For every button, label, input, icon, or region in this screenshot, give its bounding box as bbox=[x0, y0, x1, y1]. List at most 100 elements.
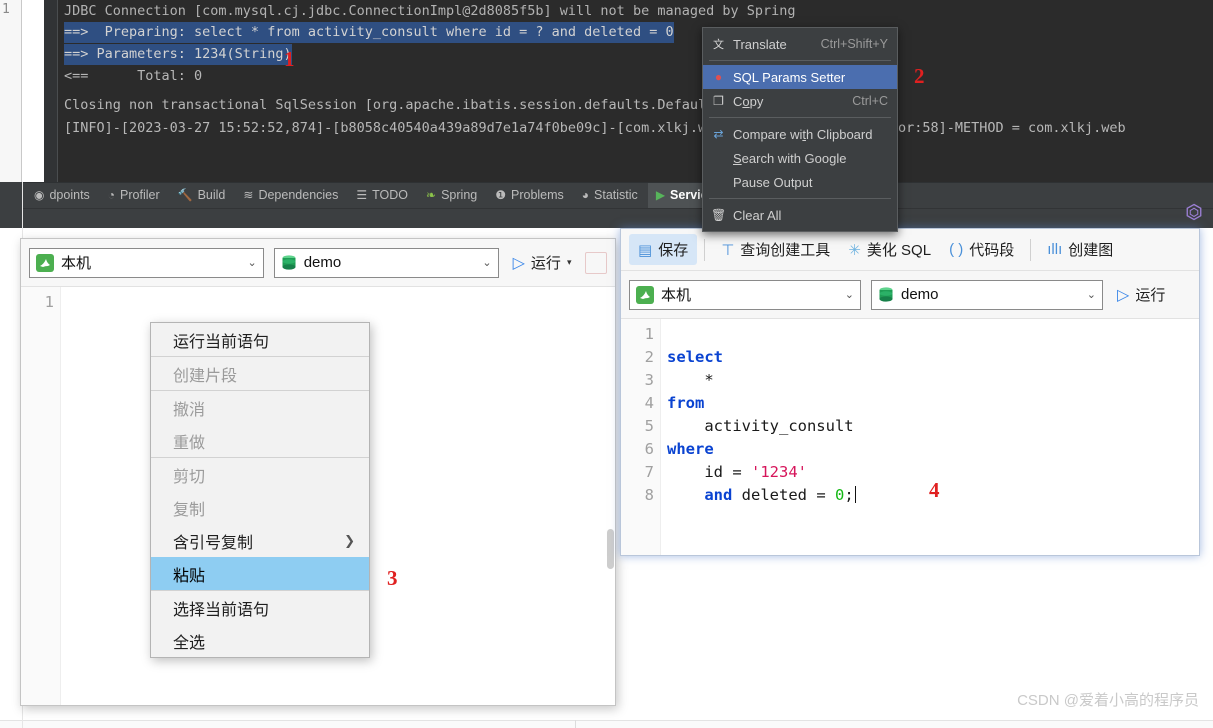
editor-context-menu[interactable]: 运行当前语句 创建片段 撤消 重做 剪切 复制 含引号复制 ❯ 粘贴 选择当前语句 全选 bbox=[150, 322, 370, 658]
left-editor-scrollbar[interactable] bbox=[606, 377, 615, 705]
left-run-extra-button[interactable] bbox=[585, 251, 607, 274]
menu-item-label: Compare with Clipboard bbox=[733, 126, 873, 142]
code-token: from bbox=[667, 394, 705, 412]
editor-menu-item-label: 全选 bbox=[173, 634, 206, 652]
editor-menu-item[interactable]: 含引号复制 ❯ bbox=[151, 524, 369, 557]
menu-item-pause-output[interactable]: Pause Output bbox=[703, 170, 897, 194]
menu-item-label: SQL Params Setter bbox=[733, 69, 846, 85]
services-run-icon: ▶ bbox=[655, 188, 666, 202]
editor-menu-item[interactable]: 粘贴 bbox=[151, 557, 369, 590]
toolbar-button-label: 保存 bbox=[658, 242, 689, 259]
console-line-1: ==> Preparing: select * from activity_co… bbox=[64, 22, 674, 43]
magic-wand-icon: ✳ bbox=[848, 241, 861, 259]
toolbar-button-magic-wand[interactable]: ✳ 美化 SQL bbox=[839, 234, 940, 265]
menu-item-translate[interactable]: 文 Translate Ctrl+Shift+Y bbox=[703, 32, 897, 56]
caret-down-icon: ▾ bbox=[566, 257, 572, 267]
chevron-down-icon: ⌄ bbox=[482, 257, 492, 269]
toolwindow-tab-label: Problems bbox=[511, 188, 564, 202]
menu-item-copy[interactable]: ❐ Copy Ctrl+C bbox=[703, 89, 897, 113]
menu-item-label: Clear All bbox=[733, 207, 782, 223]
code-line: select bbox=[667, 346, 1199, 369]
menu-separator bbox=[709, 117, 891, 118]
editor-menu-item[interactable]: 全选 bbox=[151, 624, 369, 657]
editor-menu-item[interactable]: 运行当前语句 bbox=[151, 323, 369, 356]
toolwindow-tab-dpoints[interactable]: ◉ dpoints bbox=[26, 183, 98, 209]
toolwindow-tab-problems[interactable]: ❶ Problems bbox=[487, 183, 572, 209]
ide-status-bar bbox=[22, 208, 1213, 228]
toolbar-button-query-builder[interactable]: ⊤ 查询创建工具 bbox=[712, 234, 839, 265]
editor-menu-item-label: 粘贴 bbox=[173, 567, 206, 585]
toolbar-button-save[interactable]: ▤ 保存 bbox=[629, 234, 698, 265]
right-run-button[interactable]: ▷ 运行 bbox=[1113, 281, 1169, 308]
console-output[interactable]: JDBC Connection [com.mysql.cj.jdbc.Conne… bbox=[58, 0, 1213, 182]
toolwindow-tab-label: TODO bbox=[372, 188, 409, 202]
right-sql-toolbar[interactable]: ▤ 保存 ⊤ 查询创建工具 ✳ 美化 SQL ( ) 代码段 ıllı 创建图 bbox=[621, 229, 1199, 271]
parens-icon: ( ) bbox=[949, 241, 964, 258]
line-number: 2 bbox=[644, 348, 654, 366]
toolbar-button-label: 美化 SQL bbox=[866, 242, 932, 259]
toolwindow-tab-label: dpoints bbox=[49, 188, 90, 202]
menu-item-label: Search with Google bbox=[733, 150, 847, 166]
annotation-4: 4 bbox=[929, 478, 940, 502]
console-line-6: or:58]-METHOD = com.xlkj.web bbox=[898, 120, 1126, 136]
right-datasource-combo[interactable]: 本机 ⌄ bbox=[629, 279, 861, 310]
menu-item-clear-all[interactable]: 🗑 Clear All bbox=[703, 203, 897, 227]
toolwindow-tab-todo[interactable]: ☰ TODO bbox=[348, 183, 416, 209]
breakpoints-icon: ◉ bbox=[34, 188, 45, 202]
code-token: * bbox=[667, 371, 714, 389]
scrollbar-thumb[interactable] bbox=[607, 529, 614, 569]
right-sql-editor[interactable]: 1 2 3 4 5 6 7 8 select * from activity_consult wh… bbox=[621, 319, 1199, 555]
left-schema-value: demo bbox=[303, 254, 342, 271]
database-icon bbox=[282, 254, 296, 270]
ide-console-toolwindow: 1 JDBC Connection [com.mysql.cj.jdbc.Con… bbox=[0, 0, 1213, 228]
menu-item-compare-with-clipboard[interactable]: ⇄ Compare with Clipboard bbox=[703, 122, 897, 146]
left-schema-combo[interactable]: demo ⌄ bbox=[273, 247, 499, 278]
toolwindow-tab-spring[interactable]: ❧ Spring bbox=[418, 183, 485, 209]
editor-gap bbox=[22, 0, 44, 182]
menu-item-sql-params-setter[interactable]: ● SQL Params Setter bbox=[703, 65, 897, 89]
right-run-label: 运行 bbox=[1135, 287, 1166, 304]
line-number: 1 bbox=[44, 293, 54, 311]
toolbar-button-chart[interactable]: ıllı 创建图 bbox=[1038, 234, 1122, 265]
toolwindow-tab-label: Dependencies bbox=[258, 188, 339, 202]
toolwindow-tab-statistic[interactable]: ◕ Statistic bbox=[574, 183, 646, 209]
toolwindow-tab-strip[interactable]: ◉ dpoints ◔ Profiler 🔨 Build ≋ Dependencies ☰ TOD… bbox=[22, 182, 1213, 209]
toolwindow-tab-build[interactable]: 🔨 Build bbox=[170, 183, 234, 209]
left-datasource-combo[interactable]: 本机 ⌄ bbox=[29, 247, 264, 278]
editor-menu-item-label: 重做 bbox=[173, 434, 206, 452]
left-run-button[interactable]: ▷ 运行 ▾ bbox=[509, 249, 576, 276]
chevron-down-icon: ⌄ bbox=[844, 289, 854, 301]
right-schema-combo[interactable]: demo ⌄ bbox=[871, 279, 1103, 310]
editor-menu-item-label: 含引号复制 bbox=[173, 534, 254, 552]
console-line-0: JDBC Connection [com.mysql.cj.jdbc.Conne… bbox=[64, 3, 796, 19]
trash-icon: 🗑 bbox=[711, 208, 727, 222]
code-line: activity_consult bbox=[667, 415, 1199, 438]
console-context-menu[interactable]: 文 Translate Ctrl+Shift+Y ● SQL Params Setter… bbox=[702, 27, 898, 232]
menu-item-label: Translate bbox=[733, 36, 787, 52]
plugin-hexagon-icon[interactable] bbox=[1185, 203, 1203, 221]
right-schema-value: demo bbox=[901, 286, 939, 303]
editor-menu-item-label: 撤消 bbox=[173, 401, 206, 419]
editor-menu-item[interactable]: 选择当前语句 bbox=[151, 591, 369, 624]
text-caret bbox=[854, 486, 856, 503]
code-token: ; bbox=[844, 486, 854, 504]
toolbar-button-parens[interactable]: ( ) 代码段 bbox=[940, 234, 1023, 265]
toolwindow-tab-dependencies[interactable]: ≋ Dependencies bbox=[235, 183, 346, 209]
editor-left-rail: 1 bbox=[0, 0, 22, 182]
code-token: id = bbox=[667, 463, 751, 481]
menu-item-search-with-google[interactable]: Search with Google bbox=[703, 146, 897, 170]
menu-separator bbox=[709, 198, 891, 199]
toolbar-button-label: 代码段 bbox=[969, 242, 1015, 259]
sql-console-panel-right: ▤ 保存 ⊤ 查询创建工具 ✳ 美化 SQL ( ) 代码段 ıllı 创建图 本机 ⌄ demo bbox=[620, 228, 1200, 556]
chevron-down-icon: ⌄ bbox=[1086, 289, 1096, 301]
editor-menu-item-label: 创建片段 bbox=[173, 367, 238, 385]
editor-menu-item: 重做 bbox=[151, 424, 369, 457]
submenu-arrow-icon: ❯ bbox=[344, 532, 355, 548]
toolwindow-tab-profiler[interactable]: ◔ Profiler bbox=[100, 183, 168, 209]
leaf-icon: ❧ bbox=[426, 188, 437, 202]
left-db-toolbar: 本机 ⌄ demo ⌄ ▷ 运行 ▾ bbox=[21, 239, 615, 287]
menu-item-shortcut: Ctrl+Shift+Y bbox=[820, 37, 888, 51]
code-line: * bbox=[667, 369, 1199, 392]
